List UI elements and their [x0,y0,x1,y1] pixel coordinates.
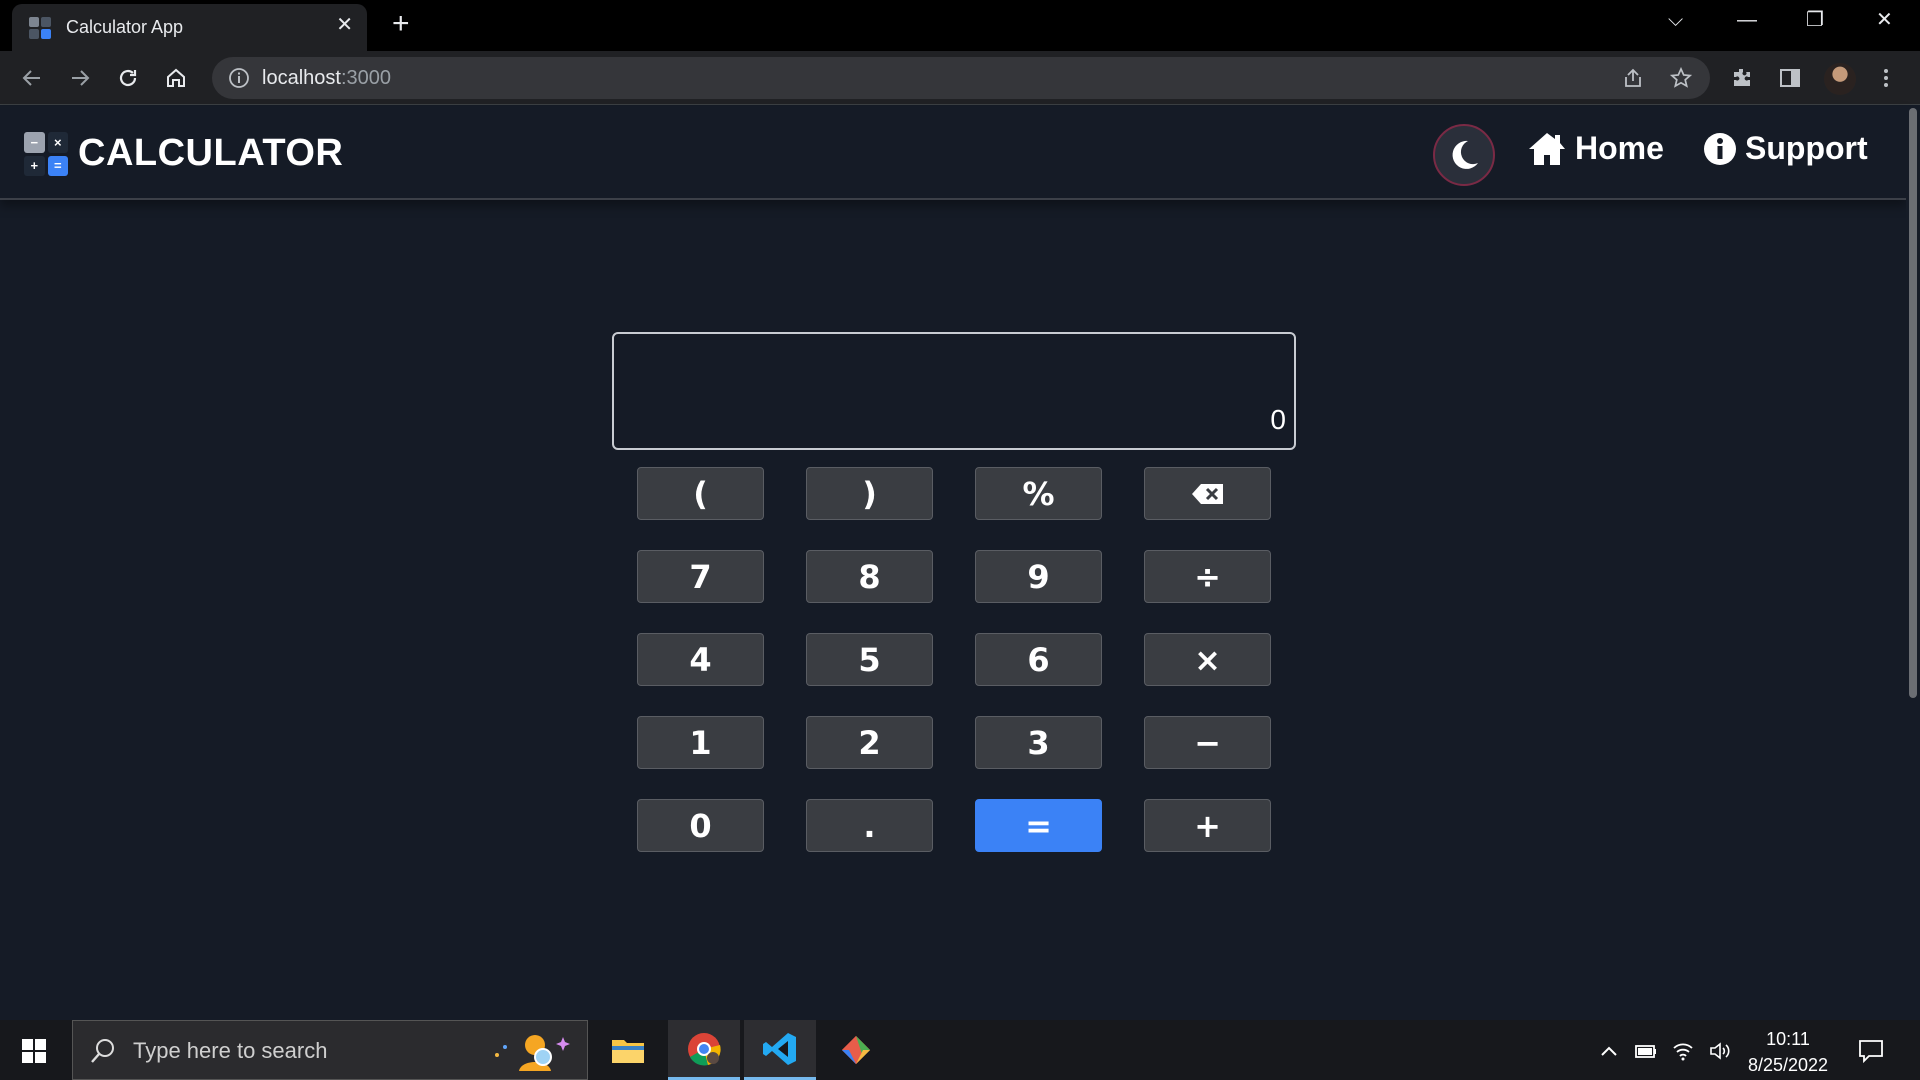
page-content: − × + = CALCULATOR Home Support 0 ()% 7 8 9… [0,106,1906,1020]
tab-title: Calculator App [66,17,184,37]
two-key[interactable]: 2 [806,716,933,769]
bookmark-star-icon[interactable] [1669,66,1693,89]
nav-home-label: Home [1575,130,1664,166]
multiply-key[interactable]: × [1144,633,1271,686]
new-tab-button[interactable]: + [392,9,410,39]
backspace-icon [1191,483,1223,504]
calculator-logo-icon: − × + = [24,132,68,176]
side-panel-icon[interactable] [1778,66,1802,90]
taskbar-clock[interactable]: 10:11 8/25/2022 [1740,1026,1836,1078]
browser-toolbar: localhost:3000 [0,51,1920,105]
equals-key[interactable]: = [975,799,1102,852]
browser-menu-icon[interactable] [1874,66,1898,90]
browser-tab-bar: Calculator App ✕ + ⌵ — ❐ ✕ [0,0,1920,51]
notifications-icon[interactable] [1858,1038,1884,1064]
vscode-icon[interactable] [744,1020,816,1080]
backspace-key[interactable] [1144,467,1271,520]
browser-tab[interactable]: Calculator App ✕ [12,4,367,51]
url-text: localhost:3000 [262,67,391,89]
scrollbar-thumb[interactable] [1909,108,1917,698]
app-header: − × + = CALCULATOR Home Support [0,106,1906,200]
four-key[interactable]: 4 [637,633,764,686]
wifi-icon[interactable] [1672,1040,1694,1062]
add-key[interactable]: + [1144,799,1271,852]
zero-key[interactable]: 0 [637,799,764,852]
tab-search-icon[interactable]: ⌵ [1668,10,1683,30]
search-icon [89,1037,117,1065]
app-title: CALCULATOR [78,132,344,174]
nine-key[interactable]: 9 [975,550,1102,603]
search-highlight-icon [495,1035,570,1071]
page-scrollbar[interactable] [1906,106,1920,1020]
reload-icon[interactable] [114,64,142,92]
display-value: 0 [1270,404,1286,435]
minimize-button[interactable]: — [1737,10,1757,30]
tab-close-icon[interactable]: ✕ [336,15,353,35]
forward-arrow-icon[interactable] [66,64,94,92]
nav-support-label: Support [1745,130,1868,166]
home-icon [1529,132,1565,165]
address-bar[interactable]: localhost:3000 [212,57,1710,99]
theme-toggle-button[interactable] [1433,124,1495,186]
eight-key[interactable]: 8 [806,550,933,603]
calculator-keypad: ()% 7 8 9 ÷ 4 5 6 × 1 2 3− 0. = + [637,467,1271,852]
moon-icon [1452,140,1478,169]
six-key[interactable]: 6 [975,633,1102,686]
divide-key[interactable]: ÷ [1144,550,1271,603]
chrome-icon[interactable] [668,1020,740,1080]
taskbar-search-box[interactable]: Type here to search [72,1020,588,1080]
show-hidden-icons-icon[interactable] [1598,1040,1620,1062]
site-info-icon[interactable] [228,67,250,89]
volume-icon[interactable] [1708,1040,1730,1062]
file-explorer-icon[interactable] [592,1020,664,1080]
close-window-button[interactable]: ✕ [1876,10,1893,30]
share-icon[interactable] [1622,67,1644,89]
info-icon [1704,132,1736,165]
battery-icon[interactable] [1634,1040,1656,1062]
restore-button[interactable]: ❐ [1806,10,1824,30]
calculator-display: 0 [612,332,1296,450]
clock-time: 10:11 [1766,1029,1810,1049]
percent-key[interactable]: % [975,467,1102,520]
calculator-favicon-icon [29,17,51,39]
close-paren-key[interactable]: ) [806,467,933,520]
nav-home-link[interactable]: Home [1527,130,1664,167]
windows-start-icon[interactable] [22,1039,46,1063]
subtract-key[interactable]: − [1144,716,1271,769]
nav-support-link[interactable]: Support [1703,130,1868,167]
git-client-icon[interactable] [820,1020,892,1080]
windows-taskbar: Type here to search 10:11 8/25/2022 [0,1020,1920,1080]
decimal-key[interactable]: . [806,799,933,852]
extensions-puzzle-icon[interactable] [1730,66,1754,90]
open-paren-key[interactable]: ( [637,467,764,520]
profile-avatar[interactable] [1824,63,1856,95]
five-key[interactable]: 5 [806,633,933,686]
search-placeholder: Type here to search [133,1038,328,1063]
back-arrow-icon[interactable] [18,64,46,92]
one-key[interactable]: 1 [637,716,764,769]
home-browser-icon[interactable] [162,64,190,92]
clock-date: 8/25/2022 [1747,1055,1829,1075]
three-key[interactable]: 3 [975,716,1102,769]
seven-key[interactable]: 7 [637,550,764,603]
